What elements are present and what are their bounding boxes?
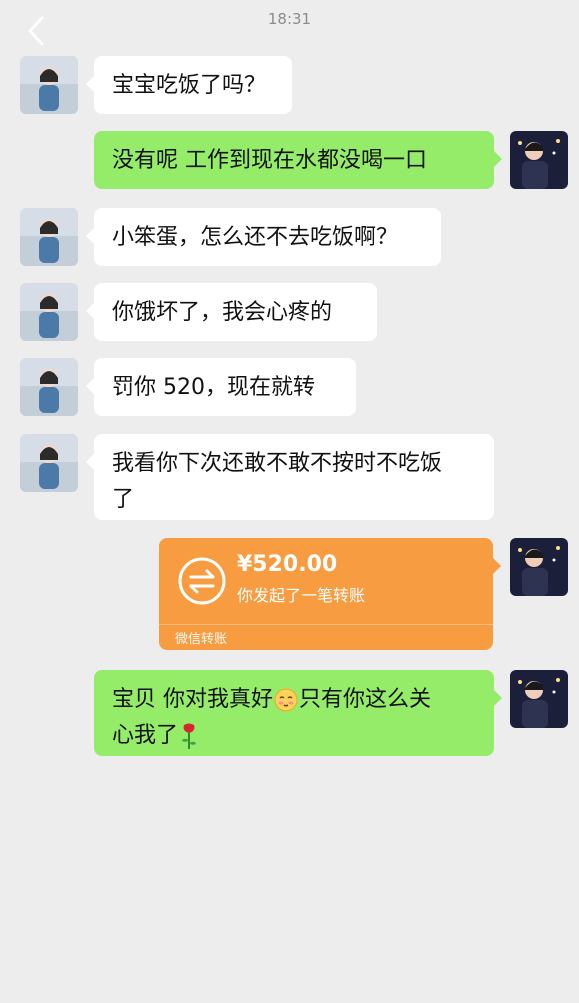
message-text: 没有呢 工作到现在水都没喝一口 <box>112 148 427 173</box>
avatar-contact[interactable] <box>20 283 78 341</box>
message-bubble-outgoing[interactable]: 没有呢 工作到现在水都没喝一口 <box>94 131 502 189</box>
transfer-description: 你发起了一笔转账 <box>237 586 366 605</box>
message-text-line: 了 <box>112 487 135 512</box>
message-text: 你饿坏了，我会心疼的 <box>112 300 333 325</box>
avatar-image <box>20 208 78 266</box>
avatar-self[interactable] <box>510 670 568 728</box>
status-bar: 18:31 <box>0 0 579 46</box>
transfer-footer-label: 微信转账 <box>175 632 228 647</box>
message-text: 只有你这么关 <box>299 687 432 712</box>
avatar-contact[interactable] <box>20 208 78 266</box>
wechat-transfer-card[interactable]: ¥520.00 你发起了一笔转账 微信转账 <box>159 538 501 650</box>
shy-face-emoji <box>274 688 298 712</box>
message-text: 罚你 520，现在就转 <box>112 375 315 400</box>
avatar-contact[interactable] <box>20 56 78 114</box>
avatar-self[interactable] <box>510 538 568 596</box>
transfer-amount: ¥520.00 <box>237 552 338 577</box>
message-text-line: 心我了 <box>112 718 476 754</box>
status-time: 18:31 <box>267 10 312 28</box>
message-bubble-outgoing[interactable]: 宝贝 你对我真好 只有你这么关 心我了 <box>94 670 502 756</box>
avatar-image <box>510 538 568 596</box>
avatar-self[interactable] <box>510 131 568 189</box>
message-bubble-incoming[interactable]: 宝宝吃饭了吗？ <box>86 56 292 114</box>
message-text-line: 宝贝 你对我真好 只有你这么关 <box>112 682 476 718</box>
rose-emoji <box>182 723 197 749</box>
avatar-image <box>510 670 568 728</box>
avatar-image <box>20 358 78 416</box>
message-text: 宝宝吃饭了吗？ <box>112 73 267 98</box>
message-text: 小笨蛋，怎么还不去吃饭啊？ <box>112 225 399 250</box>
message-text: 心我了 <box>112 723 179 748</box>
message-bubble-incoming[interactable]: 罚你 520，现在就转 <box>86 358 356 416</box>
avatar-image <box>510 131 568 189</box>
message-bubble-incoming[interactable]: 我看你下次还敢不敢不按时不吃饭 了 <box>86 434 494 520</box>
avatar-image <box>20 283 78 341</box>
message-bubble-incoming[interactable]: 你饿坏了，我会心疼的 <box>86 283 377 341</box>
message-text-line: 我看你下次还敢不敢不按时不吃饭 <box>112 451 443 476</box>
avatar-contact[interactable] <box>20 358 78 416</box>
transfer-arrows-icon <box>178 557 226 605</box>
avatar-contact[interactable] <box>20 434 78 492</box>
avatar-image <box>20 434 78 492</box>
transfer-divider <box>159 624 493 625</box>
message-bubble-incoming[interactable]: 小笨蛋，怎么还不去吃饭啊？ <box>86 208 441 266</box>
avatar-image <box>20 56 78 114</box>
message-text: 宝贝 你对我真好 <box>112 687 273 712</box>
